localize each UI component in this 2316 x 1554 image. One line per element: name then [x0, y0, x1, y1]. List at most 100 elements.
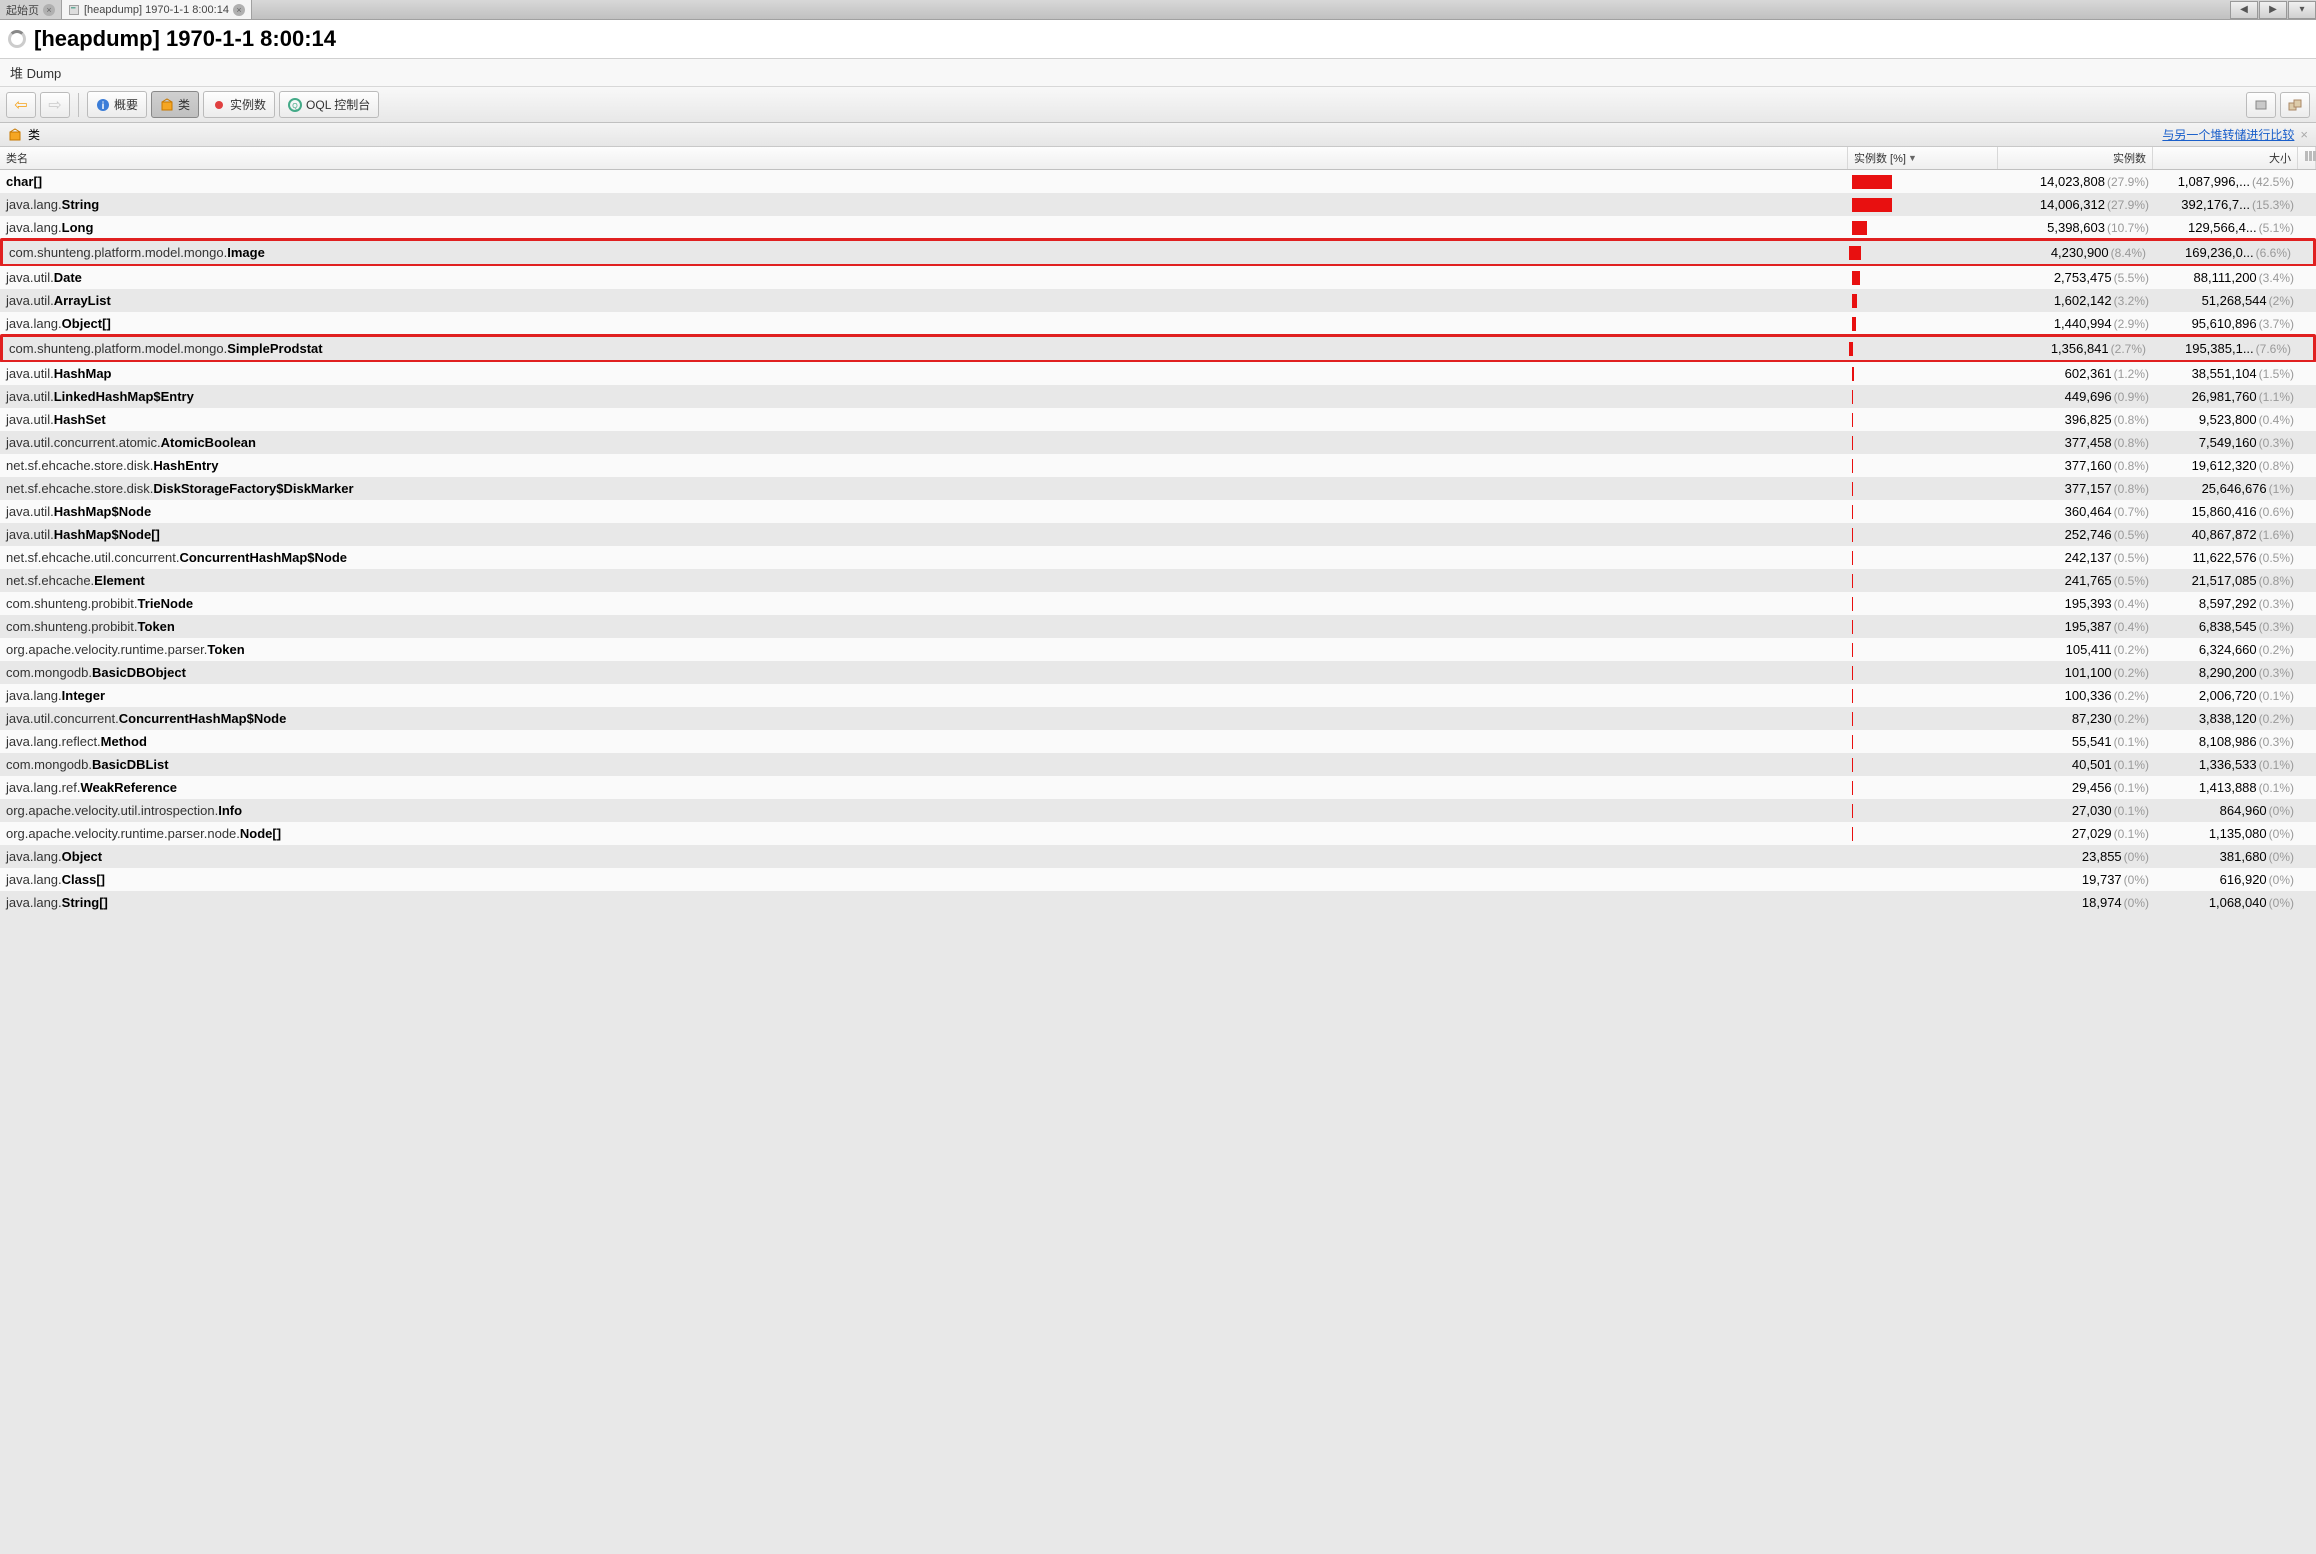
col-classname[interactable]: 类名	[0, 147, 1848, 169]
table-row[interactable]: com.shunteng.probibit.Token195,387(0.4%)…	[0, 615, 2316, 638]
table-row[interactable]: java.util.HashSet396,825(0.8%)9,523,800(…	[0, 408, 2316, 431]
table-row[interactable]: org.apache.velocity.util.introspection.I…	[0, 799, 2316, 822]
cell-size: 392,176,7...(15.3%)	[2153, 197, 2298, 212]
col-settings[interactable]	[2298, 147, 2316, 169]
cell-bar	[1848, 294, 1998, 308]
cell-instances: 377,160(0.8%)	[1998, 458, 2153, 473]
arrow-left-icon: ⇦	[14, 95, 27, 115]
cell-instances: 23,855(0%)	[1998, 849, 2153, 864]
cell-classname: java.lang.Class[]	[0, 870, 1848, 889]
classes-button[interactable]: 类	[151, 91, 199, 118]
cell-classname: java.lang.reflect.Method	[0, 732, 1848, 751]
main-toolbar: ⇦ ⇨ i 概要 类 实例数 Q OQL 控制台	[0, 87, 2316, 123]
cell-instances: 101,100(0.2%)	[1998, 665, 2153, 680]
cell-bar	[1848, 735, 1998, 749]
menu-button[interactable]: ▾	[2288, 1, 2316, 19]
toolbar-dock-button[interactable]	[2246, 92, 2276, 118]
table-body[interactable]: char[]14,023,808(27.9%)1,087,996,...(42.…	[0, 170, 2316, 914]
tab-start[interactable]: 起始页 ×	[0, 0, 62, 19]
col-instances[interactable]: 实例数	[1998, 147, 2153, 169]
table-row[interactable]: java.lang.Long5,398,603(10.7%)129,566,4.…	[0, 216, 2316, 239]
btn-label: 概要	[114, 96, 138, 113]
prev-button[interactable]: ◀	[2230, 1, 2258, 19]
table-row[interactable]: com.mongodb.BasicDBObject101,100(0.2%)8,…	[0, 661, 2316, 684]
table-row[interactable]: java.util.concurrent.atomic.AtomicBoolea…	[0, 431, 2316, 454]
table-row[interactable]: java.util.HashMap$Node360,464(0.7%)15,86…	[0, 500, 2316, 523]
cell-bar	[1848, 758, 1998, 772]
table-row[interactable]: java.util.ArrayList1,602,142(3.2%)51,268…	[0, 289, 2316, 312]
table-row[interactable]: net.sf.ehcache.store.disk.HashEntry377,1…	[0, 454, 2316, 477]
table-row[interactable]: org.apache.velocity.runtime.parser.node.…	[0, 822, 2316, 845]
svg-text:i: i	[102, 101, 105, 112]
cell-bar	[1848, 436, 1998, 450]
svg-text:Q: Q	[292, 103, 298, 110]
table-row[interactable]: com.shunteng.platform.model.mongo.Image4…	[0, 238, 2316, 267]
table-row[interactable]: java.lang.String[]18,974(0%)1,068,040(0%…	[0, 891, 2316, 914]
compare-link[interactable]: 与另一个堆转储进行比较	[2162, 126, 2294, 143]
dot-icon	[212, 98, 226, 112]
cell-size: 8,108,986(0.3%)	[2153, 734, 2298, 749]
col-instances-pct[interactable]: 实例数 [%] ▼	[1848, 147, 1998, 169]
cell-size: 11,622,576(0.5%)	[2153, 550, 2298, 565]
table-row[interactable]: net.sf.ehcache.util.concurrent.Concurren…	[0, 546, 2316, 569]
cell-instances: 377,458(0.8%)	[1998, 435, 2153, 450]
cell-size: 26,981,760(1.1%)	[2153, 389, 2298, 404]
close-icon[interactable]: ×	[43, 4, 55, 16]
table-row[interactable]: java.lang.Class[]19,737(0%)616,920(0%)	[0, 868, 2316, 891]
close-icon[interactable]: ×	[233, 4, 245, 16]
cell-classname: java.util.HashMap$Node[]	[0, 525, 1848, 544]
table-row[interactable]: java.lang.Object23,855(0%)381,680(0%)	[0, 845, 2316, 868]
oql-button[interactable]: Q OQL 控制台	[279, 91, 379, 118]
table-row[interactable]: char[]14,023,808(27.9%)1,087,996,...(42.…	[0, 170, 2316, 193]
table-row[interactable]: net.sf.ehcache.store.disk.DiskStorageFac…	[0, 477, 2316, 500]
cell-size: 169,236,0...(6.6%)	[2150, 245, 2295, 260]
cell-classname: net.sf.ehcache.Element	[0, 571, 1848, 590]
cell-classname: net.sf.ehcache.util.concurrent.Concurren…	[0, 548, 1848, 567]
btn-label: OQL 控制台	[306, 96, 370, 113]
cell-classname: java.lang.ref.WeakReference	[0, 778, 1848, 797]
toolbar-detach-button[interactable]	[2280, 92, 2310, 118]
cell-bar	[1848, 221, 1998, 235]
cell-instances: 29,456(0.1%)	[1998, 780, 2153, 795]
forward-button[interactable]: ⇨	[40, 92, 70, 118]
table-row[interactable]: java.lang.reflect.Method55,541(0.1%)8,10…	[0, 730, 2316, 753]
cell-size: 40,867,872(1.6%)	[2153, 527, 2298, 542]
table-row[interactable]: java.lang.String14,006,312(27.9%)392,176…	[0, 193, 2316, 216]
cell-classname: java.lang.Object[]	[0, 314, 1848, 333]
table-row[interactable]: java.util.Date2,753,475(5.5%)88,111,200(…	[0, 266, 2316, 289]
cell-bar	[1848, 175, 1998, 189]
table-row[interactable]: java.lang.Object[]1,440,994(2.9%)95,610,…	[0, 312, 2316, 335]
table-row[interactable]: com.mongodb.BasicDBList40,501(0.1%)1,336…	[0, 753, 2316, 776]
close-icon[interactable]: ×	[2300, 127, 2308, 142]
table-row[interactable]: java.lang.Integer100,336(0.2%)2,006,720(…	[0, 684, 2316, 707]
cell-instances: 27,030(0.1%)	[1998, 803, 2153, 818]
back-button[interactable]: ⇦	[6, 92, 36, 118]
cell-classname: com.shunteng.platform.model.mongo.Simple…	[3, 339, 1845, 358]
summary-button[interactable]: i 概要	[87, 91, 147, 118]
cell-instances: 1,356,841(2.7%)	[1995, 341, 2150, 356]
table-row[interactable]: java.util.HashMap$Node[]252,746(0.5%)40,…	[0, 523, 2316, 546]
table-row[interactable]: org.apache.velocity.runtime.parser.Token…	[0, 638, 2316, 661]
cell-bar	[1848, 459, 1998, 473]
box-icon	[160, 98, 174, 112]
instances-button[interactable]: 实例数	[203, 91, 275, 118]
table-row[interactable]: com.shunteng.probibit.TrieNode195,393(0.…	[0, 592, 2316, 615]
table-row[interactable]: java.util.LinkedHashMap$Entry449,696(0.9…	[0, 385, 2316, 408]
cell-bar	[1848, 896, 1998, 910]
table-row[interactable]: com.shunteng.platform.model.mongo.Simple…	[0, 334, 2316, 363]
cell-instances: 602,361(1.2%)	[1998, 366, 2153, 381]
table-row[interactable]: java.util.concurrent.ConcurrentHashMap$N…	[0, 707, 2316, 730]
table-row[interactable]: java.util.HashMap602,361(1.2%)38,551,104…	[0, 362, 2316, 385]
dock-icon	[2254, 98, 2268, 112]
table-row[interactable]: net.sf.ehcache.Element241,765(0.5%)21,51…	[0, 569, 2316, 592]
col-size[interactable]: 大小	[2153, 147, 2298, 169]
sort-desc-icon: ▼	[1908, 153, 1917, 163]
next-button[interactable]: ▶	[2259, 1, 2287, 19]
table-row[interactable]: java.lang.ref.WeakReference29,456(0.1%)1…	[0, 776, 2316, 799]
columns-icon	[2304, 150, 2316, 162]
tab-label: [heapdump] 1970-1-1 8:00:14	[84, 4, 229, 16]
cell-bar	[1848, 850, 1998, 864]
tab-heapdump[interactable]: [heapdump] 1970-1-1 8:00:14 ×	[62, 0, 252, 19]
cell-size: 195,385,1...(7.6%)	[2150, 341, 2295, 356]
cell-instances: 449,696(0.9%)	[1998, 389, 2153, 404]
